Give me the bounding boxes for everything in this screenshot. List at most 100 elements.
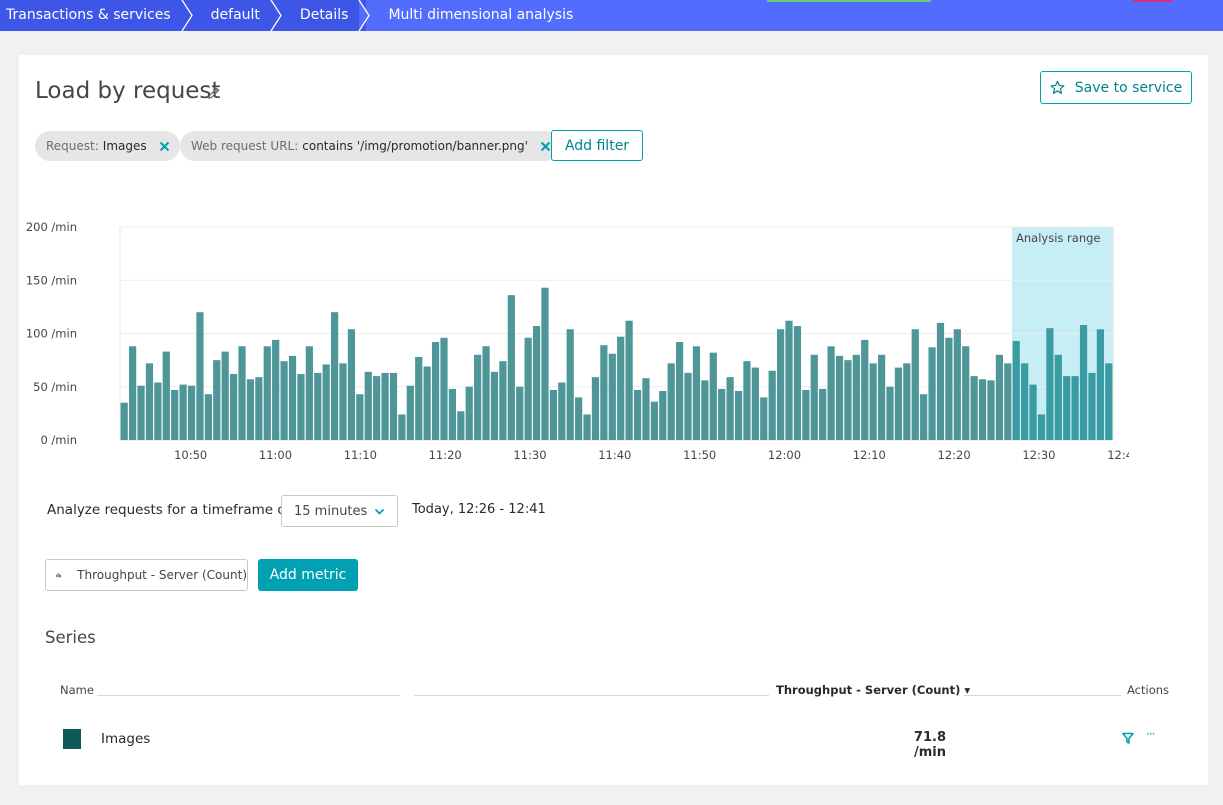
filter-chip-web-request-url[interactable]: Web request URL: contains '/img/promotio… bbox=[180, 131, 561, 161]
chart-bar bbox=[314, 372, 322, 440]
chart-bar bbox=[171, 389, 179, 440]
metric-throughput-button[interactable]: Throughput - Server (Count) bbox=[45, 559, 248, 591]
chart-bar bbox=[1012, 340, 1020, 440]
chart-bar bbox=[364, 371, 372, 440]
breadcrumb-transactions-services[interactable]: Transactions & services bbox=[0, 0, 193, 31]
chart-bar bbox=[280, 361, 288, 440]
chart-bar bbox=[642, 378, 650, 440]
series-color-swatch bbox=[63, 729, 81, 749]
x-tick-label: 12:10 bbox=[853, 448, 886, 462]
save-to-service-label: Save to service bbox=[1074, 79, 1183, 96]
filter-chip-request[interactable]: Request: Images bbox=[35, 131, 180, 161]
y-tick-label: 150 /min bbox=[26, 273, 77, 287]
chart-bar bbox=[246, 379, 255, 440]
chart-bar bbox=[625, 320, 633, 440]
chart-bar bbox=[507, 295, 515, 440]
chart-bar bbox=[894, 367, 903, 440]
breadcrumb-details[interactable]: Details bbox=[277, 0, 371, 31]
breadcrumb-chevron-icon bbox=[358, 0, 371, 31]
analysis-card: Load by request Save to service Request:… bbox=[19, 55, 1208, 785]
chart-bar bbox=[819, 388, 827, 440]
chart-bar bbox=[549, 389, 557, 440]
chart-bar bbox=[297, 373, 305, 440]
chart-bar bbox=[465, 386, 473, 440]
chart-bar bbox=[844, 360, 852, 440]
x-tick-label: 12:00 bbox=[768, 448, 801, 462]
chart-bar bbox=[709, 352, 717, 440]
filter-value: Images bbox=[102, 139, 147, 153]
more-actions-icon[interactable]: ··· bbox=[1146, 727, 1160, 741]
chart-bar bbox=[137, 385, 145, 440]
y-tick-label: 200 /min bbox=[26, 220, 77, 234]
chart-bar bbox=[785, 320, 793, 440]
breadcrumb: Transactions & services default Details … bbox=[0, 0, 591, 31]
pencil-icon[interactable] bbox=[207, 86, 221, 100]
chart-bar bbox=[667, 363, 675, 440]
chart-bar bbox=[877, 354, 886, 440]
chart-bar bbox=[423, 366, 431, 440]
add-metric-button[interactable]: Add metric bbox=[258, 559, 358, 591]
timeframe-select[interactable]: 15 minutes bbox=[281, 495, 398, 527]
chart-bar bbox=[591, 377, 600, 440]
filter-key: Request: bbox=[46, 139, 99, 153]
series-heading: Series bbox=[45, 628, 96, 647]
close-icon[interactable] bbox=[540, 141, 551, 152]
throughput-bar-chart[interactable]: 200 /min 150 /min 100 /min 50 /min 0 /min Ana… bbox=[19, 205, 1129, 475]
chart-bar bbox=[953, 329, 961, 440]
chart-bar bbox=[1105, 363, 1113, 440]
chart-bar bbox=[903, 363, 911, 440]
chart-bar bbox=[1079, 324, 1088, 440]
chart-bar bbox=[911, 329, 919, 440]
chart-bar bbox=[734, 391, 743, 440]
chart-bar bbox=[179, 384, 187, 440]
column-header-name[interactable]: Name bbox=[60, 683, 94, 697]
chart-bar bbox=[1037, 414, 1046, 440]
chart-bar bbox=[448, 388, 457, 440]
chart-bar bbox=[827, 346, 835, 440]
breadcrumb-chevron-icon bbox=[270, 0, 282, 31]
filter-icon[interactable] bbox=[1122, 732, 1134, 744]
save-to-service-button[interactable]: Save to service bbox=[1040, 71, 1192, 104]
chart-bar bbox=[835, 355, 844, 440]
chart-bar bbox=[541, 287, 549, 440]
chart-bar bbox=[1088, 372, 1096, 440]
chart-bar bbox=[1054, 354, 1062, 440]
chart-bar bbox=[1046, 328, 1054, 440]
chart-bar bbox=[532, 326, 541, 440]
filter-key: Web request URL: bbox=[191, 139, 299, 153]
chart-bar bbox=[1021, 363, 1029, 440]
analysis-range-label: Analysis range bbox=[1016, 231, 1100, 245]
x-tick-label: 12:20 bbox=[938, 448, 971, 462]
x-tick-label: 12:40 bbox=[1107, 448, 1129, 462]
chart-bar bbox=[776, 329, 785, 440]
chart-bar bbox=[389, 372, 398, 440]
chart-bar bbox=[431, 342, 440, 440]
breadcrumb-default[interactable]: default bbox=[188, 0, 282, 31]
chart-bar bbox=[743, 361, 751, 440]
chart-bar bbox=[978, 379, 987, 440]
chart-bar bbox=[499, 361, 507, 440]
close-icon[interactable] bbox=[159, 141, 170, 152]
chart-bar bbox=[381, 372, 389, 440]
x-tick-label: 11:20 bbox=[429, 448, 462, 462]
chart-bar bbox=[221, 351, 229, 440]
chart-bar bbox=[440, 337, 448, 440]
chart-bar bbox=[162, 351, 170, 440]
chart-bar bbox=[482, 346, 490, 440]
chart-bar bbox=[810, 354, 818, 440]
chart-bar bbox=[852, 354, 860, 440]
y-tick-label: 100 /min bbox=[26, 327, 77, 341]
x-tick-label: 12:30 bbox=[1022, 448, 1055, 462]
y-tick-label: 0 /min bbox=[40, 433, 77, 447]
chart-bar bbox=[558, 382, 566, 440]
column-header-throughput[interactable]: Throughput - Server (Count) ▾ bbox=[776, 683, 970, 697]
timeframe-selected: 15 minutes bbox=[294, 503, 368, 519]
chart-bar bbox=[373, 376, 381, 440]
chart-bar bbox=[936, 322, 945, 440]
chart-bar bbox=[928, 347, 936, 440]
chart-bar bbox=[701, 380, 709, 440]
chart-bar bbox=[760, 397, 768, 440]
chart-bar bbox=[920, 394, 928, 440]
add-filter-button[interactable]: Add filter bbox=[551, 130, 643, 161]
column-header-actions: Actions bbox=[1127, 683, 1170, 697]
